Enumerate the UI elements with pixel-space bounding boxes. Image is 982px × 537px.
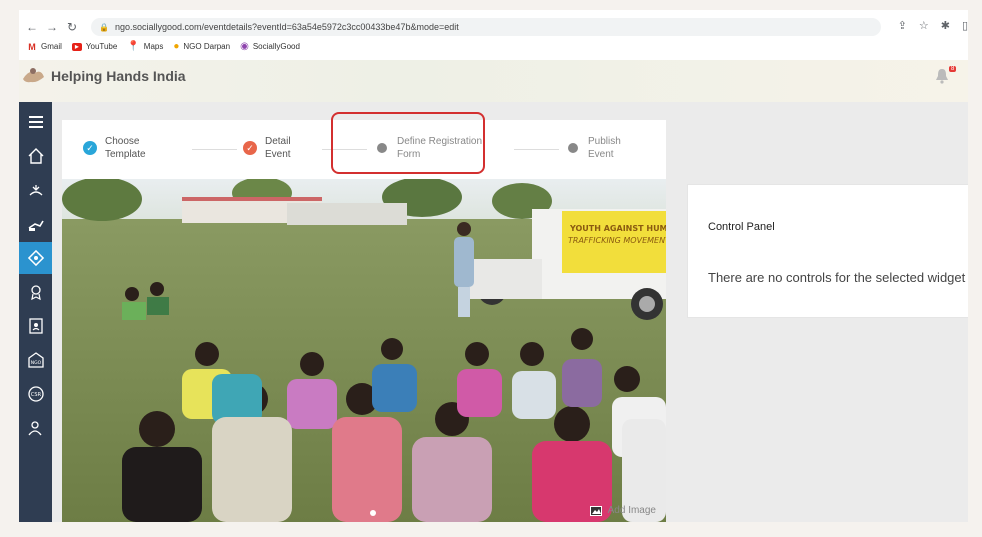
gmail-icon: M [28,41,36,52]
check-icon: ✓ [83,141,97,155]
step-publish-event[interactable]: Publish Event [566,135,621,161]
award-icon[interactable] [19,276,52,308]
menu-icon[interactable] [19,106,52,138]
browser-window: ← → ↻ 🔒 ngo.sociallygood.com/eventdetail… [19,10,968,522]
url-text: ngo.sociallygood.com/eventdetails?eventI… [114,22,459,32]
ngo-darpan-icon: ● [173,41,180,52]
events-icon[interactable] [19,242,52,274]
svg-text:CSR: CSR [30,392,41,398]
control-panel-message: There are no controls for the selected w… [708,270,966,285]
share-icon[interactable]: ⇪ [898,19,907,32]
carousel-dot[interactable] [370,510,376,516]
bell-icon[interactable] [935,68,949,84]
sidepanel-icon[interactable]: ▯ [962,19,968,32]
donation-icon[interactable] [19,208,52,240]
home-icon[interactable] [19,140,52,172]
volunteer-icon[interactable] [19,174,52,206]
browser-toolbar: ← → ↻ 🔒 ngo.sociallygood.com/eventdetail… [19,16,968,38]
step-highlight-box [331,112,485,174]
event-photo: YOUTH AGAINST HUMAN TRAFFICKING MOVEMENT [62,179,666,522]
bookmark-maps[interactable]: 📍 Maps [127,41,163,52]
control-panel: Control Panel There are no controls for … [687,184,968,318]
bookmarks-bar: M Gmail ▸ YouTube 📍 Maps ● NGO Darpan ◉ Socia… [27,41,300,52]
svg-text:NGO: NGO [30,360,41,366]
sociallygood-icon: ◉ [240,41,249,52]
address-bar[interactable]: 🔒 ngo.sociallygood.com/eventdetails?even… [91,18,881,36]
stepper: ✓ Choose Template ✓ Detail Event Define Re… [62,112,666,178]
step-detail-event[interactable]: ✓ Detail Event [243,135,291,161]
notification-badge: 8 [949,66,957,72]
ngo-icon[interactable]: NGO [19,344,52,376]
bookmark-youtube[interactable]: ▸ YouTube [71,42,117,51]
step-connector [514,149,559,150]
step-label: Publish Event [588,136,621,160]
main-content: ✓ Choose Template ✓ Detail Event Define Re… [52,102,968,522]
sidebar: NGO CSR [19,102,52,522]
lock-icon: 🔒 [99,22,109,32]
step-label: Choose Template [105,136,146,160]
extensions-icon[interactable]: ✱ [941,19,950,32]
bookmark-gmail[interactable]: M Gmail [27,42,62,51]
csr-icon[interactable]: CSR [19,378,52,410]
step-connector [192,149,237,150]
add-image-button[interactable]: Add Image [589,505,656,516]
hands-logo-icon [23,68,44,83]
step-choose-template[interactable]: ✓ Choose Template [83,135,146,161]
star-icon[interactable]: ☆ [919,19,929,32]
back-icon[interactable]: ← [25,20,39,34]
app-header: Helping Hands India 8 [19,60,968,102]
check-icon: ✓ [243,141,257,155]
image-icon [589,505,602,516]
event-editor-card: ✓ Choose Template ✓ Detail Event Define Re… [62,112,666,522]
add-image-label: Add Image [607,505,656,516]
maps-icon: 📍 [127,41,140,52]
bookmark-sociallygood[interactable]: ◉ SociallyGood [240,41,300,52]
users-icon[interactable] [19,412,52,444]
banner-line2: TRAFFICKING MOVEMENT [568,236,666,245]
browser-actions: ⇪ ☆ ✱ ▯ [898,19,968,32]
banner-line1: YOUTH AGAINST HUMAN [569,224,666,233]
youtube-icon: ▸ [71,42,82,51]
contacts-icon[interactable] [19,310,52,342]
event-photo-image: YOUTH AGAINST HUMAN TRAFFICKING MOVEMENT [62,179,666,522]
forward-icon[interactable]: → [45,20,59,34]
org-name: Helping Hands India [51,68,186,84]
bookmark-ngo-darpan[interactable]: ● NGO Darpan [173,41,230,52]
step-label: Detail Event [265,136,291,160]
control-panel-title: Control Panel [708,221,775,233]
reload-icon[interactable]: ↻ [65,20,79,34]
pending-dot-icon [568,143,578,153]
